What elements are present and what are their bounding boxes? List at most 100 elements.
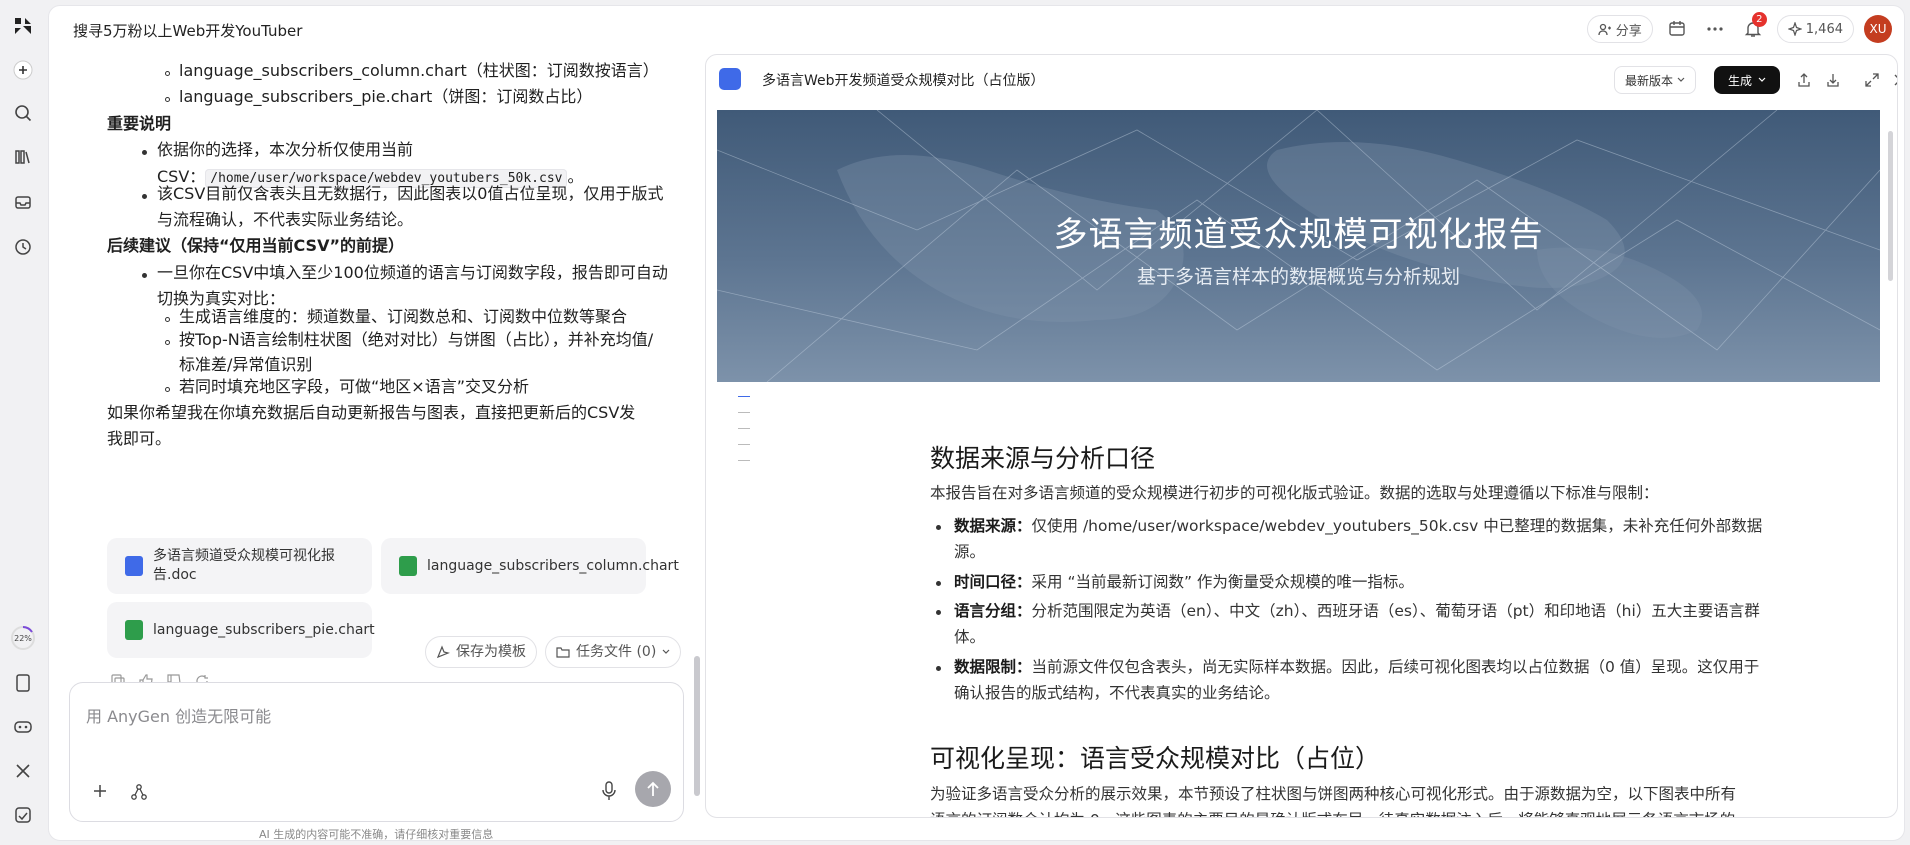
- connector-icon[interactable]: [130, 783, 148, 801]
- chat-text: 如果你希望我在你填充数据后自动更新报告与图表，直接把更新后的CSV发: [107, 403, 636, 422]
- file-name: language_subscribers_pie.chart: [153, 621, 375, 638]
- new-task-plus-icon[interactable]: [9, 56, 37, 84]
- report-banner: 多语言频道受众规模可视化报告 基于多语言样本的数据概览与分析规划: [717, 110, 1880, 382]
- bullet: [936, 610, 941, 615]
- refresh-icon[interactable]: [195, 674, 209, 682]
- phone-icon[interactable]: [9, 669, 37, 697]
- file-card[interactable]: 多语言频道受众规模可视化报告.doc: [107, 538, 372, 594]
- bullet: [936, 581, 941, 586]
- expand-icon[interactable]: [1862, 70, 1882, 90]
- section-heading: 可视化呈现：语言受众规模对比（占位）: [930, 744, 1381, 773]
- copy-icon[interactable]: [111, 674, 125, 682]
- bullet: [142, 194, 147, 199]
- arrow-up-icon: [647, 781, 659, 796]
- doc-file-icon: [719, 68, 741, 90]
- more-icon[interactable]: [1701, 15, 1729, 43]
- progress-icon[interactable]: 22%: [9, 624, 37, 652]
- inbox-icon[interactable]: [9, 188, 37, 216]
- share-export-icon[interactable]: [1794, 70, 1814, 90]
- file-name: 多语言频道受众规模可视化报告.doc: [153, 548, 335, 583]
- notification-bell-icon[interactable]: 2: [1739, 12, 1767, 43]
- thumbs-up-icon[interactable]: [139, 674, 153, 682]
- send-button[interactable]: [635, 771, 671, 807]
- bullet: [142, 273, 147, 278]
- section-paragraph: 语言的订阅数合计均为 0。这些图表的主要目的是确认版式布局，待真实数据注入后，将…: [930, 807, 1890, 817]
- sub-bullet: [165, 317, 170, 322]
- sub-bullet: [165, 71, 170, 76]
- item-text: 仅使用 /home/user/workspace/webdev_youtuber…: [954, 517, 1763, 561]
- feedback-icon[interactable]: [9, 801, 37, 829]
- discord-icon[interactable]: [9, 713, 37, 741]
- library-icon[interactable]: [9, 143, 37, 171]
- doc-file-icon: [125, 556, 143, 576]
- task-files-label: 任务文件 (0): [576, 643, 657, 660]
- share-label: 分享: [1615, 23, 1642, 39]
- sub-bullet: [165, 387, 170, 392]
- sparkle-icon: [1787, 22, 1802, 36]
- item-label: 数据限制：: [954, 658, 1032, 676]
- panel-scrollbar[interactable]: [1888, 131, 1893, 281]
- bullet: [936, 525, 941, 530]
- panel-title: 多语言Web开发频道受众规模对比（占位版）: [762, 73, 1045, 89]
- credits-button[interactable]: 1,464: [1776, 15, 1854, 43]
- item-text: 当前源文件仅包含表头，尚无实际样本数据。因此，后续可视化图表均以占位数据（0 值…: [954, 658, 1760, 702]
- item-label: 数据来源：: [954, 517, 1032, 535]
- chat-scrollbar[interactable]: [694, 656, 700, 796]
- item-label: 语言分组：: [954, 602, 1032, 620]
- chat-text: 按Top-N语言绘制柱状图（绝对对比）与饼图（占比），并补充均值/: [179, 330, 654, 349]
- list-item: 时间口径：采用 “当前最新订阅数” 作为衡量受众规模的唯一指标。: [954, 569, 1770, 595]
- attach-plus-icon[interactable]: [92, 783, 108, 799]
- share-button[interactable]: 分享: [1586, 15, 1653, 43]
- file-card[interactable]: language_subscribers_column.chart: [381, 538, 679, 594]
- chat-text: 我即可。: [107, 429, 172, 448]
- chat-text: language_subscribers_pie.chart（饼图：订阅数占比）: [179, 87, 593, 106]
- section-heading: 数据来源与分析口径: [930, 444, 1156, 473]
- generate-label: 生成: [1727, 73, 1752, 88]
- schedule-icon[interactable]: [1663, 15, 1691, 43]
- thumbs-down-icon[interactable]: [167, 674, 181, 682]
- panel-header: 多语言Web开发频道受众规模对比（占位版） 最新版本 生成: [706, 55, 1897, 103]
- chat-text: 与流程确认，不代表实际业务结论。: [157, 210, 414, 229]
- version-label: 最新版本: [1625, 73, 1674, 88]
- file-card[interactable]: language_subscribers_pie.chart: [107, 602, 375, 658]
- chat-thread: language_subscribers_column.chart（柱状图：订阅…: [49, 52, 689, 682]
- generate-button[interactable]: 生成: [1714, 66, 1780, 94]
- prompt-input[interactable]: 用 AnyGen 创造无限可能: [69, 682, 684, 822]
- save-template-button[interactable]: 保存为模板: [425, 636, 537, 668]
- search-icon[interactable]: [9, 99, 37, 127]
- chart-file-icon: [399, 556, 417, 576]
- input-placeholder: 用 AnyGen 创造无限可能: [86, 707, 272, 726]
- chevron-down-icon: [662, 649, 670, 654]
- people-icon: [1598, 23, 1611, 36]
- chat-heading: 后续建议（保持“仅用当前CSV”的前提）: [107, 236, 404, 255]
- file-name: language_subscribers_column.chart: [427, 557, 679, 574]
- item-text: 分析范围限定为英语（en）、中文（zh）、西班牙语（es）、葡萄牙语（pt）和印…: [954, 602, 1760, 646]
- microphone-icon[interactable]: [600, 781, 618, 801]
- download-icon[interactable]: [1823, 70, 1843, 90]
- item-text: 采用 “当前最新订阅数” 作为衡量受众规模的唯一指标。: [1031, 573, 1414, 591]
- close-icon[interactable]: [1890, 70, 1897, 90]
- toc-marker[interactable]: [738, 428, 750, 429]
- top-bar: 搜寻5万粉以上Web开发YouTuber 分享 2 1,464 XU: [49, 6, 1904, 52]
- toc-marker[interactable]: [738, 396, 750, 397]
- toc-marker[interactable]: [738, 412, 750, 413]
- history-icon[interactable]: [9, 233, 37, 261]
- list-item: 语言分组：分析范围限定为英语（en）、中文（zh）、西班牙语（es）、葡萄牙语（…: [954, 598, 1770, 650]
- report-subtitle: 基于多语言样本的数据概览与分析规划: [1136, 266, 1460, 288]
- task-files-button[interactable]: 任务文件 (0): [545, 636, 682, 668]
- section-paragraph: 本报告旨在对多语言频道的受众规模进行初步的可视化版式验证。数据的选取与处理遵循以…: [930, 484, 1659, 502]
- left-sidebar: 22%: [0, 0, 46, 845]
- bullet: [142, 150, 147, 155]
- sub-bullet: [165, 340, 170, 345]
- toc-marker[interactable]: [738, 460, 750, 461]
- user-avatar[interactable]: XU: [1864, 15, 1892, 43]
- logo-icon[interactable]: [9, 12, 37, 40]
- version-dropdown[interactable]: 最新版本: [1614, 66, 1697, 94]
- x-icon[interactable]: [9, 757, 37, 785]
- chevron-down-icon: [1758, 77, 1766, 82]
- chat-heading: 重要说明: [107, 114, 172, 133]
- notification-badge: 2: [1751, 12, 1767, 27]
- item-label: 时间口径：: [954, 573, 1032, 591]
- toc-marker[interactable]: [738, 444, 750, 445]
- chat-text: 若同时填充地区字段，可做“地区×语言”交叉分析: [179, 377, 529, 396]
